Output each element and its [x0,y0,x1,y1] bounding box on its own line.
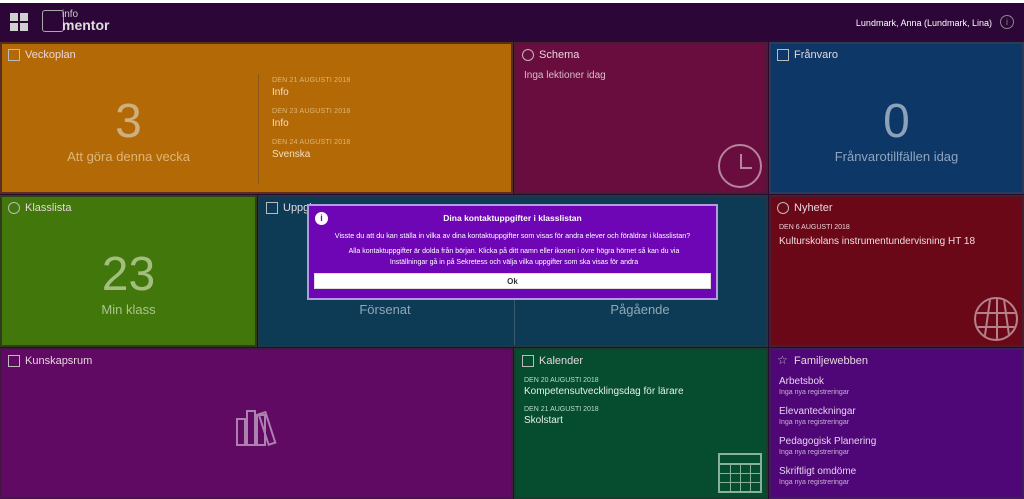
users-icon [8,202,20,214]
logo-mentor-text: mentor [62,17,110,33]
class-count: 23 [101,248,156,301]
tile-title: Nyheter [794,202,833,214]
globe-icon [974,297,1018,341]
app-grid-icon[interactable] [10,13,28,31]
list-item[interactable]: DEN 20 AUGUSTI 2018 Kompetensutvecklings… [524,377,684,397]
tile-title: Kalender [539,355,584,367]
clock-small-icon [522,49,534,61]
star-icon: ☆ [777,353,788,367]
list-item[interactable]: DEN 21 AUGUSTI 2018 Info [272,77,351,98]
list-item[interactable]: DEN 24 AUGUSTI 2018 Svenska [272,139,351,160]
tile-schema[interactable]: Schema Inga lektioner idag [514,42,768,194]
schema-message: Inga lektioner idag [524,70,606,81]
books-icon [234,406,284,446]
tile-nyheter[interactable]: Nyheter DEN 6 AUGUSTI 2018 Kulturskolans… [769,195,1024,347]
tile-kalender[interactable]: Kalender DEN 20 AUGUSTI 2018 Kompetensut… [514,348,768,499]
clipboard-icon [777,49,789,61]
news-headline[interactable]: Kulturskolans instrumentundervisning HT … [779,236,975,247]
list-item[interactable]: DEN 21 AUGUSTI 2018 Skolstart [524,406,599,426]
calendar-icon [718,453,762,493]
absence-label: Frånvarotillfällen idag [834,149,959,164]
ok-button[interactable]: Ok [314,273,711,289]
logo-badge-icon [42,10,64,32]
divider [258,74,259,184]
dialog-title: Dina kontaktuppgifter i klasslistan [443,213,582,223]
contact-info-dialog: i Dina kontaktuppgifter i klasslistan Vi… [307,204,718,300]
tile-title: Kunskapsrum [25,355,93,367]
list-item[interactable]: Skriftligt omdöme Inga nya registreringa… [779,466,856,486]
absence-count: 0 [883,95,910,148]
news-date: DEN 6 AUGUSTI 2018 [779,224,850,231]
infomentor-logo[interactable]: info mentor [42,10,112,36]
tile-title: Frånvaro [794,49,839,61]
user-name[interactable]: Lundmark, Anna (Lundmark, Lina) [856,18,992,28]
globe-small-icon [777,202,789,214]
divider [514,292,515,345]
dialog-question: Visste du att du kan ställa in vilka av … [334,231,691,240]
tile-klasslista[interactable]: Klasslista 23 Min klass [0,195,257,347]
calendar-small-icon [522,355,534,367]
tile-franvaro[interactable]: Frånvaro 0 Frånvarotillfällen idag [769,42,1024,194]
clock-icon [718,144,762,188]
tile-veckoplan[interactable]: Veckoplan 3 Att göra denna vecka DEN 21 … [0,42,513,194]
list-item[interactable]: Arbetsbok Inga nya registreringar [779,376,849,396]
tile-title: Schema [539,49,580,61]
tile-title: Familjewebben [794,355,868,367]
info-icon[interactable]: i [1000,15,1014,29]
tile-title: Klasslista [25,202,72,214]
tile-title: Veckoplan [25,49,76,61]
document-icon [266,202,278,214]
book-icon [8,49,20,61]
dialog-body: Alla kontaktuppgifter är dolda från börj… [348,248,680,266]
list-item[interactable]: DEN 23 AUGUSTI 2018 Info [272,108,351,129]
tile-kunskapsrum[interactable]: Kunskapsrum [0,348,513,499]
list-item[interactable]: Pedagogisk Planering Inga nya registreri… [779,436,876,456]
tile-familjewebben[interactable]: ☆ Familjewebben Arbetsbok Inga nya regist… [769,348,1024,499]
grid-small-icon [8,355,20,367]
ongoing-label: Pågående [610,302,670,317]
top-bar: info mentor Lundmark, Anna (Lundmark, Li… [0,0,1024,40]
list-item[interactable]: Elevanteckningar Inga nya registreringar [779,406,856,426]
class-label: Min klass [101,302,156,317]
